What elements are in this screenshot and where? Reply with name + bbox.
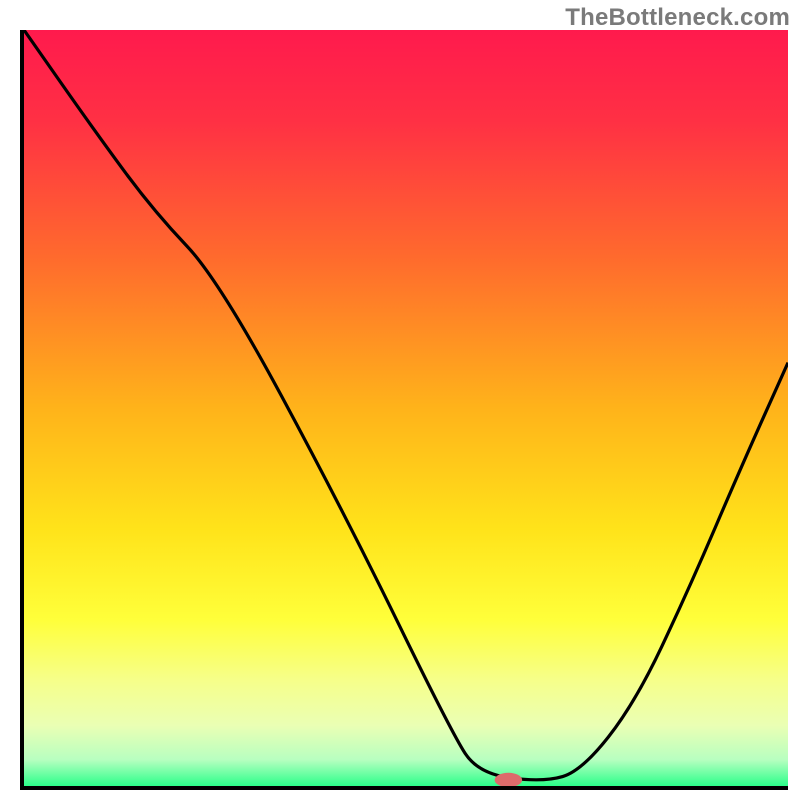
watermark-label: TheBottleneck.com: [565, 4, 790, 32]
plot-area: [20, 30, 788, 790]
figure-root: TheBottleneck.com: [0, 0, 800, 800]
curve-layer: [24, 30, 788, 786]
bottleneck-curve: [24, 30, 788, 780]
